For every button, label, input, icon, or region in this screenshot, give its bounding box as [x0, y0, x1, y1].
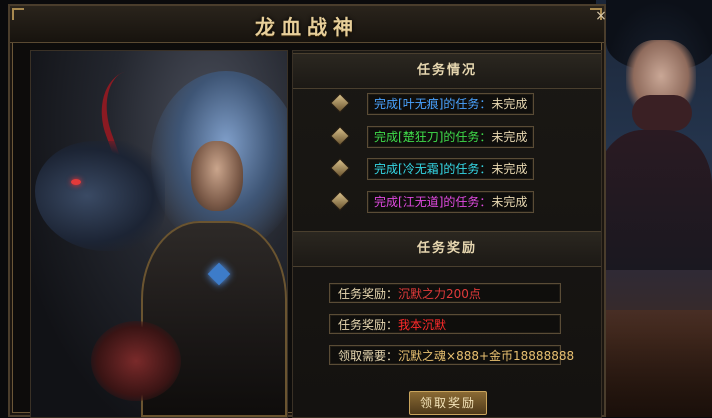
diamond-bullet-icon — [330, 191, 350, 211]
quest-panel: 任务情况 完成[叶无痕]的任务：未完成 完成[楚狂刀]的任务：未完成 完成[冷无… — [292, 50, 602, 418]
task-status: 未完成 — [491, 130, 528, 144]
task-status-box: 完成[冷无霜]的任务：未完成 — [367, 158, 535, 180]
rewards-heading: 任务奖励 — [416, 241, 477, 256]
task-row: 完成[江无道]的任务：未完成 — [330, 191, 573, 213]
task-status-box: 完成[江无道]的任务：未完成 — [367, 191, 535, 213]
task-prefix: 完成 — [374, 97, 399, 111]
diamond-bullet-icon — [330, 93, 350, 113]
hero-face — [191, 141, 243, 211]
dragon-claw — [91, 321, 181, 401]
hero-illustration — [30, 50, 288, 418]
claim-reward-button[interactable]: 领取奖励 — [409, 391, 487, 415]
task-prefix: 完成 — [374, 130, 399, 144]
task-status-box: 完成[叶无痕]的任务：未完成 — [367, 93, 535, 115]
task-status: 未完成 — [491, 162, 528, 176]
title-bar: 龙血战神 — [10, 6, 604, 43]
background-rooftops — [596, 310, 712, 417]
task-suffix: 的任务： — [443, 97, 492, 111]
dialog-title: 龙血战神 — [255, 15, 359, 39]
task-suffix: 的任务： — [443, 130, 492, 144]
task-row: 完成[楚狂刀]的任务：未完成 — [330, 126, 573, 148]
task-status: 未完成 — [491, 195, 528, 209]
reward-row: 任务奖励：我本沉默 — [329, 314, 561, 334]
task-row: 完成[叶无痕]的任务：未完成 — [330, 93, 573, 115]
background-character-art — [596, 0, 712, 417]
tasks-heading: 任务情况 — [416, 63, 477, 78]
character-mask — [632, 95, 692, 131]
dragon-head — [35, 141, 165, 251]
reward-value: 我本沉默 — [398, 318, 447, 332]
character-body — [596, 130, 712, 270]
rewards-section-header: 任务奖励 — [293, 231, 601, 267]
task-target: [楚狂刀] — [398, 130, 444, 144]
task-target: [江无道] — [398, 195, 444, 209]
task-target: [叶无痕] — [398, 97, 444, 111]
frame-corner-ornament — [12, 8, 24, 20]
dragon-eye — [71, 179, 81, 185]
task-suffix: 的任务： — [443, 162, 492, 176]
task-prefix: 完成 — [374, 195, 399, 209]
task-status-box: 完成[楚狂刀]的任务：未完成 — [367, 126, 535, 148]
requirement-label: 领取需要： — [338, 349, 399, 363]
reward-value: 沉默之力200点 — [398, 287, 481, 301]
requirement-value: 沉默之魂×888+金币18888888 — [398, 349, 575, 363]
diamond-bullet-icon — [330, 126, 350, 146]
task-target: [冷无霜] — [398, 162, 444, 176]
diamond-bullet-icon — [330, 158, 350, 178]
quest-dialog: 龙血战神 × 任务情况 完成[叶无痕]的任务：未完成 完成[楚狂刀]的任务：未完… — [8, 4, 609, 418]
reward-label: 任务奖励： — [338, 287, 399, 301]
task-suffix: 的任务： — [443, 195, 492, 209]
requirement-row: 领取需要：沉默之魂×888+金币18888888 — [329, 345, 574, 365]
task-prefix: 完成 — [374, 162, 399, 176]
reward-row: 任务奖励：沉默之力200点 — [329, 283, 561, 303]
reward-label: 任务奖励： — [338, 318, 399, 332]
task-row: 完成[冷无霜]的任务：未完成 — [330, 158, 573, 180]
task-status: 未完成 — [491, 97, 528, 111]
close-button[interactable]: × — [593, 8, 609, 24]
tasks-section-header: 任务情况 — [293, 53, 601, 89]
